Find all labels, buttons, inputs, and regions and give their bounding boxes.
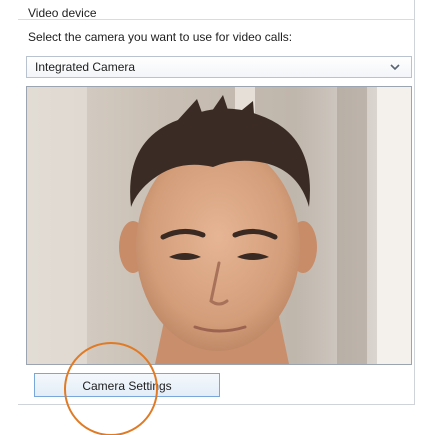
camera-settings-label: Camera Settings [82, 379, 172, 393]
group-title: Video device [28, 6, 97, 20]
webcam-image [27, 87, 411, 364]
camera-settings-button[interactable]: Camera Settings [34, 373, 220, 397]
screenshot-stage: Video device Select the camera you want … [0, 0, 424, 435]
camera-select-value: Integrated Camera [35, 60, 136, 74]
camera-instruction: Select the camera you want to use for vi… [28, 30, 293, 44]
group-header: Video device [18, 0, 414, 20]
chevron-down-icon[interactable] [389, 60, 401, 74]
video-preview [26, 86, 412, 365]
video-device-panel: Video device Select the camera you want … [18, 0, 415, 405]
camera-select[interactable]: Integrated Camera [26, 56, 412, 78]
